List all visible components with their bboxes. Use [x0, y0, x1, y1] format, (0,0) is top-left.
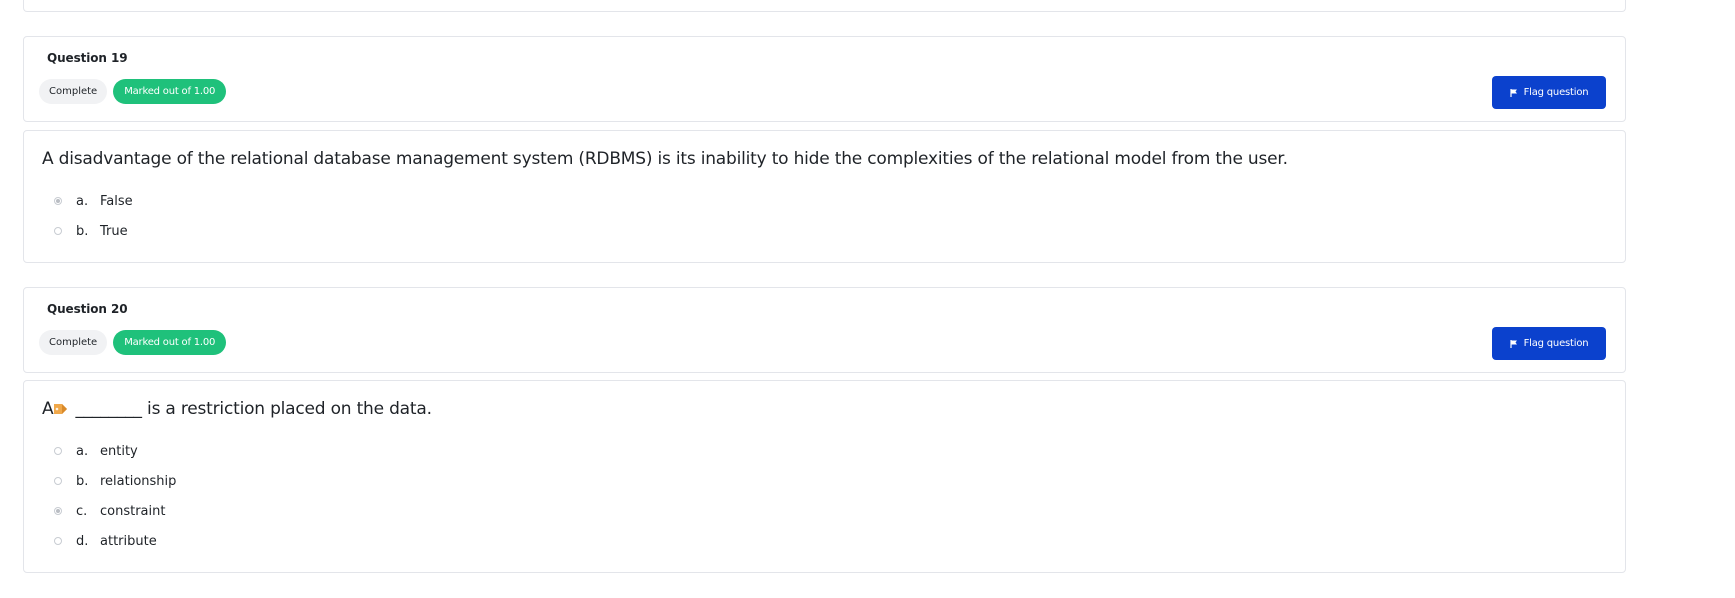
answer-label: constraint — [100, 503, 166, 519]
mark-badge: Marked out of 1.00 — [113, 330, 227, 355]
pencil-icon — [53, 401, 69, 421]
flag-question-button[interactable]: Flag question — [1492, 327, 1606, 360]
answer-label: True — [100, 223, 128, 239]
question-number: Question 20 — [47, 302, 128, 316]
radio-button[interactable] — [54, 537, 62, 545]
answer-list: a. False b. True — [54, 186, 133, 246]
answer-option-a[interactable]: a. entity — [54, 436, 176, 466]
question-status: Complete Marked out of 1.00 — [39, 330, 227, 355]
previous-question-card — [23, 0, 1626, 12]
answer-option-b[interactable]: b. True — [54, 216, 133, 246]
flag-question-button[interactable]: Flag question — [1492, 76, 1606, 109]
radio-button[interactable] — [54, 477, 62, 485]
answer-letter: a. — [76, 193, 89, 209]
question-text: A disadvantage of the relational databas… — [42, 149, 1288, 169]
question-20-info: Question 20 Complete Marked out of 1.00 … — [23, 287, 1626, 373]
answer-list: a. entity b. relationship c. constraint … — [54, 436, 176, 556]
question-text-body: ________ is a restriction placed on the … — [75, 399, 432, 419]
flag-icon — [1509, 88, 1518, 97]
answer-letter: d. — [76, 533, 89, 549]
question-status: Complete Marked out of 1.00 — [39, 79, 227, 104]
question-20-content: A ________ is a restriction placed on the… — [23, 380, 1626, 573]
radio-button[interactable] — [54, 447, 62, 455]
answer-letter: c. — [76, 503, 88, 519]
flag-question-label: Flag question — [1523, 87, 1589, 98]
flag-question-label: Flag question — [1523, 338, 1589, 349]
answer-label: attribute — [100, 533, 157, 549]
question-number: Question 19 — [47, 51, 128, 65]
question-19-info: Question 19 Complete Marked out of 1.00 … — [23, 36, 1626, 122]
answer-option-d[interactable]: d. attribute — [54, 526, 176, 556]
answer-option-b[interactable]: b. relationship — [54, 466, 176, 496]
answer-option-a[interactable]: a. False — [54, 186, 133, 216]
answer-letter: b. — [76, 473, 89, 489]
flag-icon — [1509, 339, 1518, 348]
answer-letter: a. — [76, 443, 89, 459]
state-badge: Complete — [39, 330, 108, 355]
answer-label: False — [100, 193, 133, 209]
question-19-content: A disadvantage of the relational databas… — [23, 130, 1626, 263]
radio-button[interactable] — [54, 197, 62, 205]
answer-option-c[interactable]: c. constraint — [54, 496, 176, 526]
question-text-prefix: A — [42, 399, 54, 419]
question-text: A ________ is a restriction placed on the… — [42, 399, 432, 421]
answer-letter: b. — [76, 223, 89, 239]
answer-label: entity — [100, 443, 138, 459]
radio-button[interactable] — [54, 507, 62, 515]
state-badge: Complete — [39, 79, 108, 104]
radio-button[interactable] — [54, 227, 62, 235]
answer-label: relationship — [100, 473, 177, 489]
mark-badge: Marked out of 1.00 — [113, 79, 227, 104]
